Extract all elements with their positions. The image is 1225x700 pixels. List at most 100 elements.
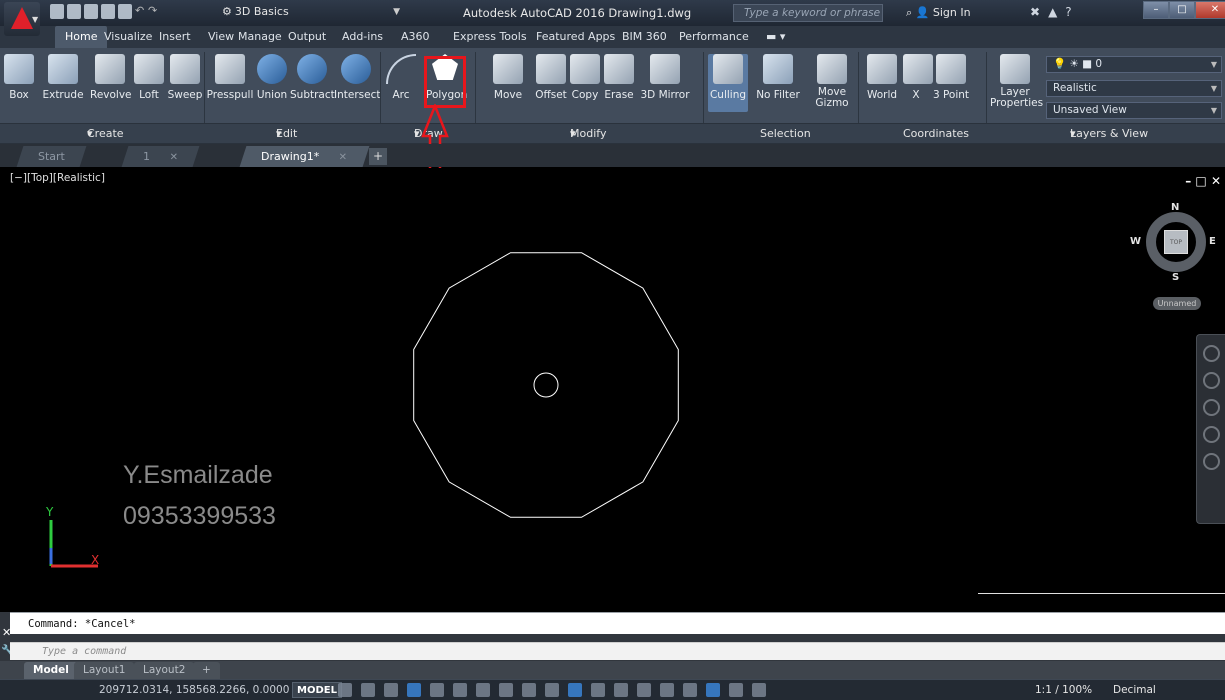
a360-icon[interactable]: ▲ (1048, 5, 1057, 19)
ortho-icon[interactable] (430, 683, 444, 697)
viewcube-top-face[interactable]: TOP (1164, 230, 1188, 254)
panel-modify-title[interactable]: Modify ▾ (570, 124, 606, 144)
no-filter-button[interactable]: No Filter (756, 54, 800, 101)
pan-icon[interactable] (1202, 372, 1220, 389)
ucs-menu-button[interactable]: Unnamed (1153, 297, 1201, 310)
auto-scale-icon[interactable] (729, 683, 743, 697)
tab-insert[interactable]: Insert (159, 26, 191, 48)
print-icon[interactable] (118, 4, 132, 19)
isometric-icon[interactable] (476, 683, 490, 697)
offset-button[interactable]: Offset (533, 54, 569, 101)
panel-create-title[interactable]: Create ▾ (87, 124, 124, 144)
tab-output[interactable]: Output (288, 26, 326, 48)
3d-mirror-button[interactable]: 3D Mirror (640, 54, 690, 101)
panel-coordinates-title[interactable]: Coordinates (903, 124, 969, 144)
close-button[interactable]: ✕ (1195, 1, 1225, 19)
showmotion-icon[interactable] (1202, 453, 1220, 470)
infer-icon[interactable] (384, 683, 398, 697)
copy-button[interactable]: Copy (570, 54, 600, 101)
layer-properties-button[interactable]: Layer Properties (990, 54, 1043, 109)
dynamic-ucs-icon[interactable] (637, 683, 651, 697)
osnap-icon[interactable] (522, 683, 536, 697)
exchange-icon[interactable]: ✖ (1030, 5, 1040, 19)
subtract-button[interactable]: Subtract (290, 54, 335, 101)
undo-icon[interactable]: ↶ (135, 4, 145, 19)
selection-cycling-icon[interactable] (591, 683, 605, 697)
sweep-button[interactable]: Sweep (166, 54, 204, 101)
box-button[interactable]: Box (4, 54, 34, 101)
panel-layers-view-title[interactable]: Layers & View ▾ (1070, 124, 1148, 144)
visual-style-dropdown[interactable]: Realistic ▼ (1046, 80, 1222, 97)
new-tab-button[interactable]: + (369, 148, 387, 165)
tab-add-ins[interactable]: Add-ins (342, 26, 383, 48)
loft-button[interactable]: Loft (134, 54, 164, 101)
steering-wheel-icon[interactable] (1202, 345, 1220, 362)
dodecagon-shape[interactable] (413, 252, 679, 518)
tab-layout1[interactable]: Layout1 (74, 662, 135, 679)
tab-view[interactable]: View (208, 26, 234, 48)
snap-icon[interactable] (361, 683, 375, 697)
close-icon[interactable]: ✕ (170, 147, 178, 168)
drawing-viewport[interactable]: [−][Top][Realistic] – □ ✕ Y X Y.Esmailza… (6, 168, 1225, 612)
annotation-scale-icon[interactable] (752, 683, 766, 697)
tab-featured-apps[interactable]: Featured Apps (536, 26, 615, 48)
tab-model[interactable]: Model (24, 662, 78, 679)
tab-manage[interactable]: Manage (238, 26, 282, 48)
minimize-button[interactable]: – (1143, 1, 1169, 19)
polar-icon[interactable] (453, 683, 467, 697)
compass-west[interactable]: W (1130, 236, 1141, 247)
orbit-icon[interactable] (1202, 426, 1220, 443)
center-circle[interactable] (533, 372, 559, 398)
tab-file-1[interactable]: 1 ✕ (121, 146, 200, 168)
viewcube[interactable]: TOP N S E W (1130, 202, 1216, 283)
move-button[interactable]: Move (493, 54, 523, 101)
presspull-button[interactable]: Presspull (206, 54, 254, 101)
panel-edit-title[interactable]: Edit ▾ (276, 124, 297, 144)
3-point-ucs-button[interactable]: 3 Point (928, 54, 974, 101)
compass-east[interactable]: E (1209, 236, 1216, 247)
extrude-button[interactable]: Extrude (38, 54, 88, 101)
search-input[interactable]: Type a keyword or phrase (733, 4, 883, 22)
world-ucs-button[interactable]: World (864, 54, 900, 101)
selection-filter-icon[interactable] (660, 683, 674, 697)
model-space-button[interactable]: MODEL (292, 682, 342, 698)
help-icon[interactable]: ? (1065, 5, 1071, 19)
layer-dropdown[interactable]: 💡 ☀ ■ 0 ▼ (1046, 56, 1222, 73)
x-ucs-button[interactable]: X (903, 54, 933, 101)
maximize-button[interactable]: □ (1169, 1, 1195, 19)
application-menu-button[interactable]: ▼ (4, 2, 40, 36)
3d-osnap-icon[interactable] (614, 683, 628, 697)
tab-bim-360[interactable]: BIM 360 (622, 26, 667, 48)
tab-layout2[interactable]: Layout2 (134, 662, 195, 679)
erase-button[interactable]: Erase (604, 54, 634, 101)
gizmo-icon[interactable] (683, 683, 697, 697)
new-file-icon[interactable] (50, 4, 64, 19)
transparency-icon[interactable] (568, 683, 582, 697)
culling-button[interactable]: Culling (708, 54, 748, 112)
units-selector[interactable]: Decimal (1113, 680, 1156, 700)
compass-south[interactable]: S (1172, 272, 1179, 283)
add-layout-button[interactable]: + (193, 662, 220, 679)
osnap-track-icon[interactable] (499, 683, 513, 697)
close-command-line-icon[interactable]: ✕ (2, 626, 11, 639)
save-icon[interactable] (84, 4, 98, 19)
coordinates-readout[interactable]: 209712.0314, 158568.2266, 0.0000 (99, 680, 289, 700)
grid-icon[interactable] (338, 683, 352, 697)
tab-a360[interactable]: A360 (401, 26, 430, 48)
open-file-icon[interactable] (67, 4, 81, 19)
lineweight-icon[interactable] (545, 683, 559, 697)
workspace-selector[interactable]: ⚙ 3D Basics ▼ (222, 3, 400, 21)
drawing-line[interactable] (978, 593, 1225, 594)
union-button[interactable]: Union (256, 54, 288, 101)
annotation-scale[interactable]: 1:1 / 100% (1035, 680, 1092, 700)
arc-button[interactable]: Arc (386, 54, 416, 101)
panel-selection-title[interactable]: Selection (760, 124, 811, 144)
dynamic-input-icon[interactable] (407, 683, 421, 697)
close-icon[interactable]: ✕ (339, 147, 347, 168)
ribbon-options-icon[interactable]: ▬ ▾ (766, 26, 785, 48)
tab-start[interactable]: Start (16, 146, 87, 167)
annotation-visibility-icon[interactable] (706, 683, 720, 697)
tab-performance[interactable]: Performance (679, 26, 749, 48)
redo-icon[interactable]: ↷ (148, 4, 158, 19)
named-view-dropdown[interactable]: Unsaved View ▼ (1046, 102, 1222, 119)
